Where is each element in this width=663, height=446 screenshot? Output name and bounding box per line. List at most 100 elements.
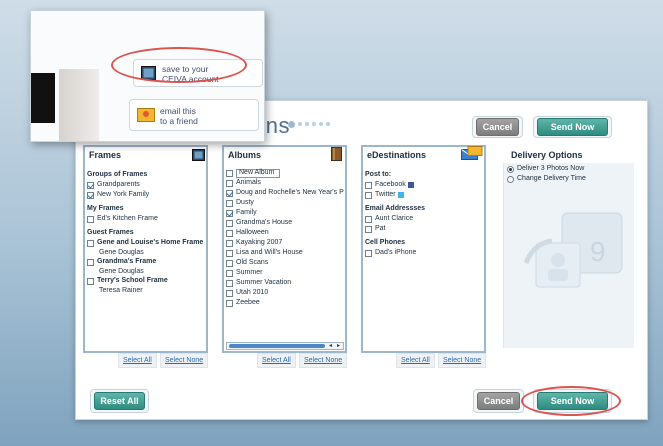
reset-all-button[interactable]: Reset All (94, 392, 145, 410)
edestinations-list: Post to: Facebook Twitter Email Addresss… (365, 170, 483, 258)
checkbox[interactable] (87, 239, 94, 247)
my-frames-label: My Frames (87, 205, 124, 212)
list-item[interactable]: Grandma's Frame (87, 257, 205, 267)
list-item-label: Summer (236, 268, 263, 276)
radio-label: Deliver 3 Photos Now (517, 164, 585, 172)
frame-icon (192, 148, 205, 166)
checkbox[interactable] (87, 191, 94, 199)
list-item[interactable]: Dad's iPhone (365, 248, 483, 258)
checkbox[interactable] (87, 181, 94, 189)
email-friend-button[interactable]: email this to a friend (129, 99, 259, 131)
frames-select-all-link[interactable]: Select All (118, 353, 157, 368)
checkbox[interactable] (87, 258, 94, 266)
send-now-button-top[interactable]: Send Now (537, 118, 608, 136)
checkbox[interactable] (226, 239, 233, 247)
list-item[interactable]: Animals (226, 178, 344, 188)
inset-dark-image (31, 73, 55, 123)
checkbox[interactable] (226, 179, 233, 187)
checkbox[interactable] (226, 269, 233, 277)
checkbox[interactable] (365, 191, 372, 199)
list-item-label: Utah 2010 (236, 288, 269, 296)
list-item[interactable]: Ed's Kitchen Frame (87, 214, 205, 224)
checkbox[interactable] (365, 225, 372, 233)
checkbox[interactable] (87, 215, 94, 223)
cancel-button-bottom[interactable]: Cancel (477, 392, 520, 410)
list-item-label: Grandparents (97, 180, 140, 188)
list-item[interactable]: Kayaking 2007 (226, 238, 344, 248)
post-to-label: Post to: (365, 171, 392, 178)
radio-option[interactable]: Change Delivery Time (507, 174, 632, 184)
checkbox[interactable] (365, 249, 372, 257)
frames-select-none-link[interactable]: Select None (160, 353, 209, 368)
scroll-left-icon[interactable]: ◂ (329, 342, 332, 349)
highlight-oval (111, 47, 247, 83)
checkbox[interactable] (226, 259, 233, 267)
radio-option[interactable]: Deliver 3 Photos Now (507, 164, 632, 174)
list-item[interactable]: New York Family (87, 190, 205, 200)
list-item[interactable]: Old Scans (226, 258, 344, 268)
list-item[interactable]: Terry's School Frame (87, 276, 205, 286)
scrollbar-thumb[interactable] (229, 344, 325, 348)
list-item[interactable]: New Album (226, 168, 344, 178)
list-item[interactable]: Gene and Louise's Home Frame (87, 238, 205, 248)
checkbox[interactable] (87, 277, 94, 285)
edestinations-select-none-link[interactable]: Select None (438, 353, 487, 368)
checkbox[interactable] (365, 215, 372, 223)
list-item-label: Pat (375, 224, 386, 232)
checkbox[interactable] (226, 229, 233, 237)
radio-label: Change Delivery Time (517, 174, 586, 182)
frame-owner: Gene Douglas (99, 249, 144, 256)
facebook-icon (407, 182, 414, 188)
checkbox[interactable] (226, 209, 233, 217)
email-line-2: to a friend (160, 116, 198, 126)
email-addresses-label: Email Addressses (365, 205, 426, 212)
checkbox[interactable] (226, 169, 233, 177)
list-item-label: Grandma's House (236, 218, 293, 226)
list-item[interactable]: Family (226, 208, 344, 218)
list-item[interactable]: Facebook (365, 180, 483, 190)
twitter-icon (397, 192, 404, 198)
checkbox[interactable] (226, 219, 233, 227)
cancel-button-top[interactable]: Cancel (476, 118, 519, 136)
list-item[interactable]: Summer Vacation (226, 278, 344, 288)
list-item[interactable]: Utah 2010 (226, 288, 344, 298)
albums-select-none-link[interactable]: Select None (299, 353, 348, 368)
albums-select-all-link[interactable]: Select All (257, 353, 296, 368)
checkbox[interactable] (226, 249, 233, 257)
delivery-panel: 9 (503, 163, 634, 348)
list-item[interactable]: Lisa and Will's House (226, 248, 344, 258)
list-item[interactable]: Doug and Rochelle's New Year's P (226, 188, 344, 198)
checkbox[interactable] (226, 299, 233, 307)
list-item[interactable]: Dusty (226, 198, 344, 208)
checkbox[interactable] (226, 189, 233, 197)
list-item-label: Animals (236, 178, 261, 186)
list-item[interactable]: Aunt Clarice (365, 214, 483, 224)
progress-dot (312, 122, 316, 126)
radio-button[interactable] (507, 165, 514, 173)
frame-owner: Teresa Rainer (99, 287, 143, 294)
progress-dot (319, 122, 323, 126)
list-item-label: Kayaking 2007 (236, 238, 283, 246)
list-item[interactable]: Summer (226, 268, 344, 278)
list-item[interactable]: Twitter (365, 190, 483, 200)
checkbox[interactable] (226, 289, 233, 297)
delivery-options-list: Deliver 3 Photos Now Change Delivery Tim… (507, 164, 632, 184)
list-item[interactable]: Grandparents (87, 180, 205, 190)
albums-horizontal-scrollbar[interactable]: ◂ ▸ (226, 342, 344, 350)
edestinations-select-all-link[interactable]: Select All (396, 353, 435, 368)
list-item[interactable]: Zeebee (226, 298, 344, 308)
radio-button[interactable] (507, 175, 514, 183)
checkbox[interactable] (365, 181, 372, 189)
list-item[interactable]: Halloween (226, 228, 344, 238)
scroll-right-icon[interactable]: ▸ (337, 342, 340, 349)
list-item[interactable]: Grandma's House (226, 218, 344, 228)
progress-dots (288, 121, 330, 128)
list-item-label: Old Scans (236, 258, 269, 266)
progress-dot (305, 122, 309, 126)
list-item-label: Dusty (236, 198, 254, 206)
groups-of-frames-label: Groups of Frames (87, 171, 148, 178)
checkbox[interactable] (226, 279, 233, 287)
checkbox[interactable] (226, 199, 233, 207)
new-album-field[interactable]: New Album (236, 168, 280, 178)
list-item[interactable]: Pat (365, 224, 483, 234)
